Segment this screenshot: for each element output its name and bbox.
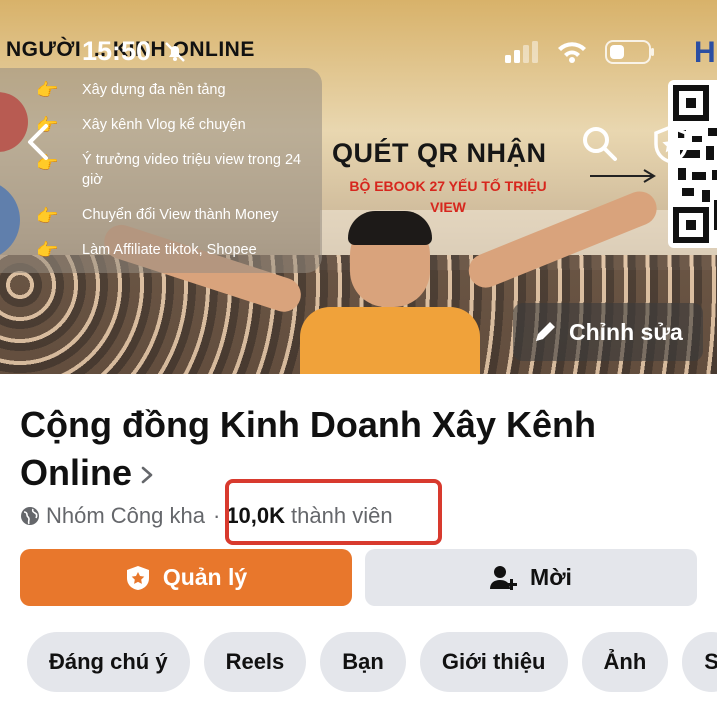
tab-featured[interactable]: Đáng chú ý (27, 632, 190, 692)
cellular-signal-icon (505, 41, 538, 63)
status-indicators (505, 40, 655, 64)
cover-person-shirt (300, 307, 480, 374)
globe-icon (21, 507, 39, 525)
edit-cover-label: Chỉnh sửa (569, 318, 683, 345)
cover-feature-item: Xây kênh Vlog kể chuyện (82, 117, 246, 133)
pointing-hand-icon: 👉 (36, 206, 59, 226)
pencil-icon (536, 322, 555, 341)
manage-button[interactable]: Quản lý (20, 549, 352, 606)
status-time: 15:50 (82, 36, 152, 66)
cover-photo[interactable]: 👉 Xây dựng đa nền tảng 👉 Xây kênh Vlog k… (0, 0, 717, 374)
pointing-hand-icon: 👉 (36, 80, 59, 100)
tab-photos[interactable]: Ảnh (581, 632, 669, 692)
group-privacy[interactable]: Nhóm Công kha (46, 503, 205, 529)
back-chevron-icon[interactable] (24, 122, 54, 162)
invite-label: Mời (530, 564, 572, 590)
cover-feature-panel: 👉 Xây dựng đa nền tảng 👉 Xây kênh Vlog k… (0, 68, 322, 273)
tab-reels[interactable]: Reels (203, 632, 307, 692)
chevron-right-icon (141, 467, 153, 484)
tab-friends[interactable]: Bạn (320, 632, 406, 692)
group-tabs: Đáng chú ý Reels Bạn Giới thiệu Ảnh S (27, 632, 717, 692)
tab-partial[interactable]: S (682, 632, 717, 692)
invite-button[interactable]: Mời (365, 549, 697, 606)
search-icon[interactable] (580, 124, 620, 164)
qr-code (668, 80, 717, 248)
pointing-hand-icon: 👉 (36, 240, 59, 260)
bell-off-icon (165, 42, 185, 62)
cover-feature-item: Ý trưởng video triệu view trong 24 giờ (82, 152, 302, 188)
shield-star-icon (126, 565, 149, 590)
cover-logo: H (694, 36, 716, 69)
cover-qr-title: QUÉT QR NHẬN (332, 138, 547, 168)
manage-label: Quản lý (162, 564, 248, 590)
tab-about[interactable]: Giới thiệu (419, 632, 568, 692)
cover-feature-item: Xây dựng đa nền tảng (82, 82, 226, 98)
battery-icon (605, 40, 654, 64)
member-count-highlight-box (225, 479, 442, 545)
admin-shield-icon[interactable] (651, 124, 691, 164)
cover-feature-item: Làm Affiliate tiktok, Shopee (82, 242, 257, 258)
cover-feature-item: Chuyển đổi View thành Money (82, 207, 279, 223)
meta-separator: · (212, 503, 221, 528)
cover-qr-subtitle: BỘ EBOOK 27 YẾU TỐ TRIỆU VIEW (349, 178, 547, 215)
edit-cover-button[interactable]: Chỉnh sửa (513, 303, 703, 361)
wifi-icon (558, 42, 586, 63)
add-person-icon (490, 565, 518, 590)
arrow-right-icon (590, 169, 656, 183)
